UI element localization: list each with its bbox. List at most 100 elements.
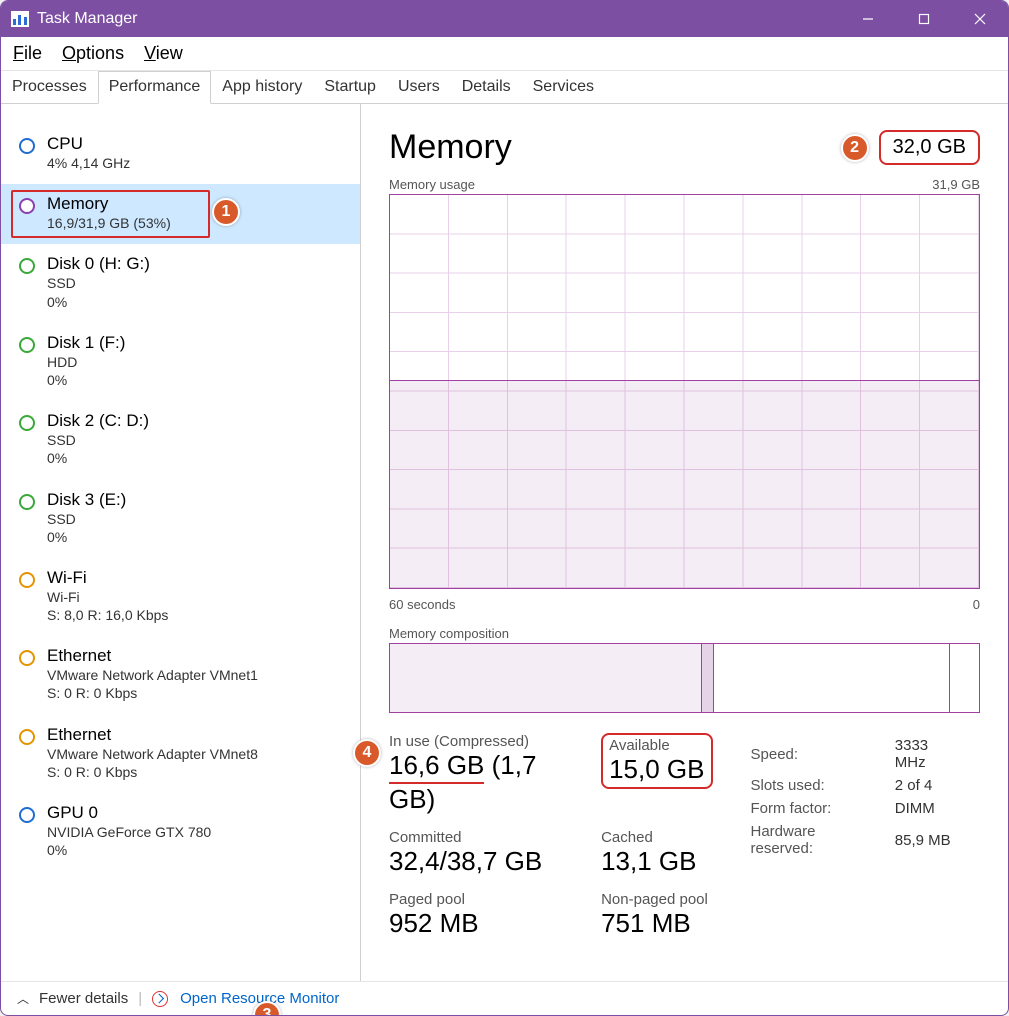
titlebar[interactable]: Task Manager — [1, 1, 1008, 37]
form-label: Form factor: — [751, 798, 893, 819]
sidebar-item-disk0[interactable]: Disk 0 (H: G:) SSD 0% — [1, 244, 360, 322]
sidebar-item-disk2[interactable]: Disk 2 (C: D:) SSD 0% — [1, 401, 360, 479]
menu-file[interactable]: File — [13, 43, 42, 64]
chart-time-left: 60 seconds — [389, 597, 456, 612]
wifi-sub: Wi-Fi S: 8,0 R: 16,0 Kbps — [47, 588, 168, 624]
nonpaged-label: Non-paged pool — [601, 891, 712, 908]
disk0-title: Disk 0 (H: G:) — [47, 254, 150, 274]
gpu0-sub: NVIDIA GeForce GTX 780 0% — [47, 823, 211, 859]
sidebar-item-eth2[interactable]: Ethernet VMware Network Adapter VMnet8 S… — [1, 715, 360, 793]
cpu-title: CPU — [47, 134, 130, 154]
maximize-button[interactable] — [896, 1, 952, 37]
hw-label: Hardware reserved: — [751, 821, 893, 859]
form-value: DIMM — [895, 798, 978, 819]
cpu-indicator-icon — [19, 138, 35, 154]
paged-label: Paged pool — [389, 891, 575, 908]
composition-label: Memory composition — [389, 626, 980, 641]
comp-standby — [714, 644, 949, 712]
fewer-details-link[interactable]: Fewer details — [39, 990, 128, 1007]
paged-value: 952 MB — [389, 908, 575, 939]
inuse-label: In use (Compressed) — [389, 733, 575, 750]
tab-details[interactable]: Details — [451, 71, 522, 103]
eth-indicator-icon — [19, 729, 35, 745]
hardware-info: Speed:3333 MHz Slots used:2 of 4 Form fa… — [749, 733, 981, 939]
slots-label: Slots used: — [751, 775, 893, 796]
gpu0-title: GPU 0 — [47, 803, 211, 823]
tab-performance[interactable]: Performance — [98, 71, 212, 104]
sidebar-item-disk1[interactable]: Disk 1 (F:) HDD 0% — [1, 323, 360, 401]
separator: | — [138, 990, 142, 1007]
disk3-title: Disk 3 (E:) — [47, 490, 126, 510]
resource-monitor-icon — [152, 991, 168, 1007]
eth2-title: Ethernet — [47, 725, 258, 745]
annotation-badge-4: 4 — [353, 739, 381, 767]
page-title: Memory — [389, 128, 512, 167]
sidebar-item-memory[interactable]: Memory 16,9/31,9 GB (53%) 1 — [1, 184, 360, 244]
stat-inuse: In use (Compressed) 16,6 GB (1,7 GB) — [389, 733, 575, 815]
memory-usage-fill — [390, 380, 979, 588]
memory-sub: 16,9/31,9 GB (53%) — [47, 214, 171, 232]
memory-indicator-icon — [19, 198, 35, 214]
speed-label: Speed: — [751, 735, 893, 773]
minimize-button[interactable] — [840, 1, 896, 37]
hw-value: 85,9 MB — [895, 821, 978, 859]
stat-cached: Cached 13,1 GB — [601, 829, 712, 877]
sidebar-item-disk3[interactable]: Disk 3 (E:) SSD 0% — [1, 480, 360, 558]
footer: ︿ Fewer details | Open Resource Monitor — [1, 981, 1008, 1015]
inuse-underlined: 16,6 GB — [389, 750, 484, 784]
menu-options[interactable]: Options — [62, 43, 124, 64]
usage-chart-max: 31,9 GB — [932, 177, 980, 192]
memory-usage-chart[interactable] — [389, 194, 980, 589]
disk-indicator-icon — [19, 337, 35, 353]
window-title: Task Manager — [37, 10, 138, 28]
disk1-title: Disk 1 (F:) — [47, 333, 125, 353]
stat-available: Available 15,0 GB — [601, 733, 712, 815]
comp-free — [950, 644, 979, 712]
memory-title: Memory — [47, 194, 171, 214]
menu-view[interactable]: View — [144, 43, 183, 64]
inuse-value: 16,6 GB (1,7 GB) — [389, 750, 575, 815]
disk1-sub: HDD 0% — [47, 353, 125, 389]
close-button[interactable] — [952, 1, 1008, 37]
annotation-badge-1: 1 — [212, 198, 240, 226]
tab-startup[interactable]: Startup — [313, 71, 387, 103]
perf-sidebar[interactable]: CPU 4% 4,14 GHz Memory 16,9/31,9 GB (53%… — [1, 104, 361, 981]
sidebar-item-gpu0[interactable]: GPU 0 NVIDIA GeForce GTX 780 0% — [1, 793, 360, 871]
disk3-sub: SSD 0% — [47, 510, 126, 546]
wifi-indicator-icon — [19, 572, 35, 588]
eth1-title: Ethernet — [47, 646, 258, 666]
disk-indicator-icon — [19, 494, 35, 510]
speed-value: 3333 MHz — [895, 735, 978, 773]
gpu-indicator-icon — [19, 807, 35, 823]
sidebar-item-wifi[interactable]: Wi-Fi Wi-Fi S: 8,0 R: 16,0 Kbps — [1, 558, 360, 636]
task-manager-window: Task Manager File Options View Processes… — [0, 0, 1009, 1016]
chart-time-right: 0 — [973, 597, 980, 612]
sidebar-item-cpu[interactable]: CPU 4% 4,14 GHz — [1, 124, 360, 184]
tab-bar: Processes Performance App history Startu… — [1, 71, 1008, 104]
cached-label: Cached — [601, 829, 712, 846]
total-memory: 32,0 GB — [879, 130, 980, 165]
disk2-title: Disk 2 (C: D:) — [47, 411, 149, 431]
comp-modified — [702, 644, 715, 712]
app-icon — [11, 11, 29, 27]
tab-users[interactable]: Users — [387, 71, 451, 103]
comp-inuse — [390, 644, 702, 712]
memory-detail-pane: Memory 2 32,0 GB Memory usage 31,9 GB 60… — [361, 104, 1008, 981]
memory-composition-bar[interactable]: 3 — [389, 643, 980, 713]
annotation-badge-2: 2 — [841, 134, 869, 162]
sidebar-item-eth1[interactable]: Ethernet VMware Network Adapter VMnet1 S… — [1, 636, 360, 714]
eth2-sub: VMware Network Adapter VMnet8 S: 0 R: 0 … — [47, 745, 258, 781]
stat-nonpaged: Non-paged pool 751 MB — [601, 891, 712, 939]
tab-app-history[interactable]: App history — [211, 71, 313, 103]
tab-services[interactable]: Services — [522, 71, 605, 103]
disk-indicator-icon — [19, 415, 35, 431]
cached-value: 13,1 GB — [601, 846, 712, 877]
wifi-title: Wi-Fi — [47, 568, 168, 588]
eth-indicator-icon — [19, 650, 35, 666]
tab-processes[interactable]: Processes — [1, 71, 98, 103]
chevron-up-icon[interactable]: ︿ — [17, 990, 29, 1007]
disk0-sub: SSD 0% — [47, 274, 150, 310]
avail-label: Available — [609, 737, 704, 754]
cpu-sub: 4% 4,14 GHz — [47, 154, 130, 172]
committed-value: 32,4/38,7 GB — [389, 846, 575, 877]
